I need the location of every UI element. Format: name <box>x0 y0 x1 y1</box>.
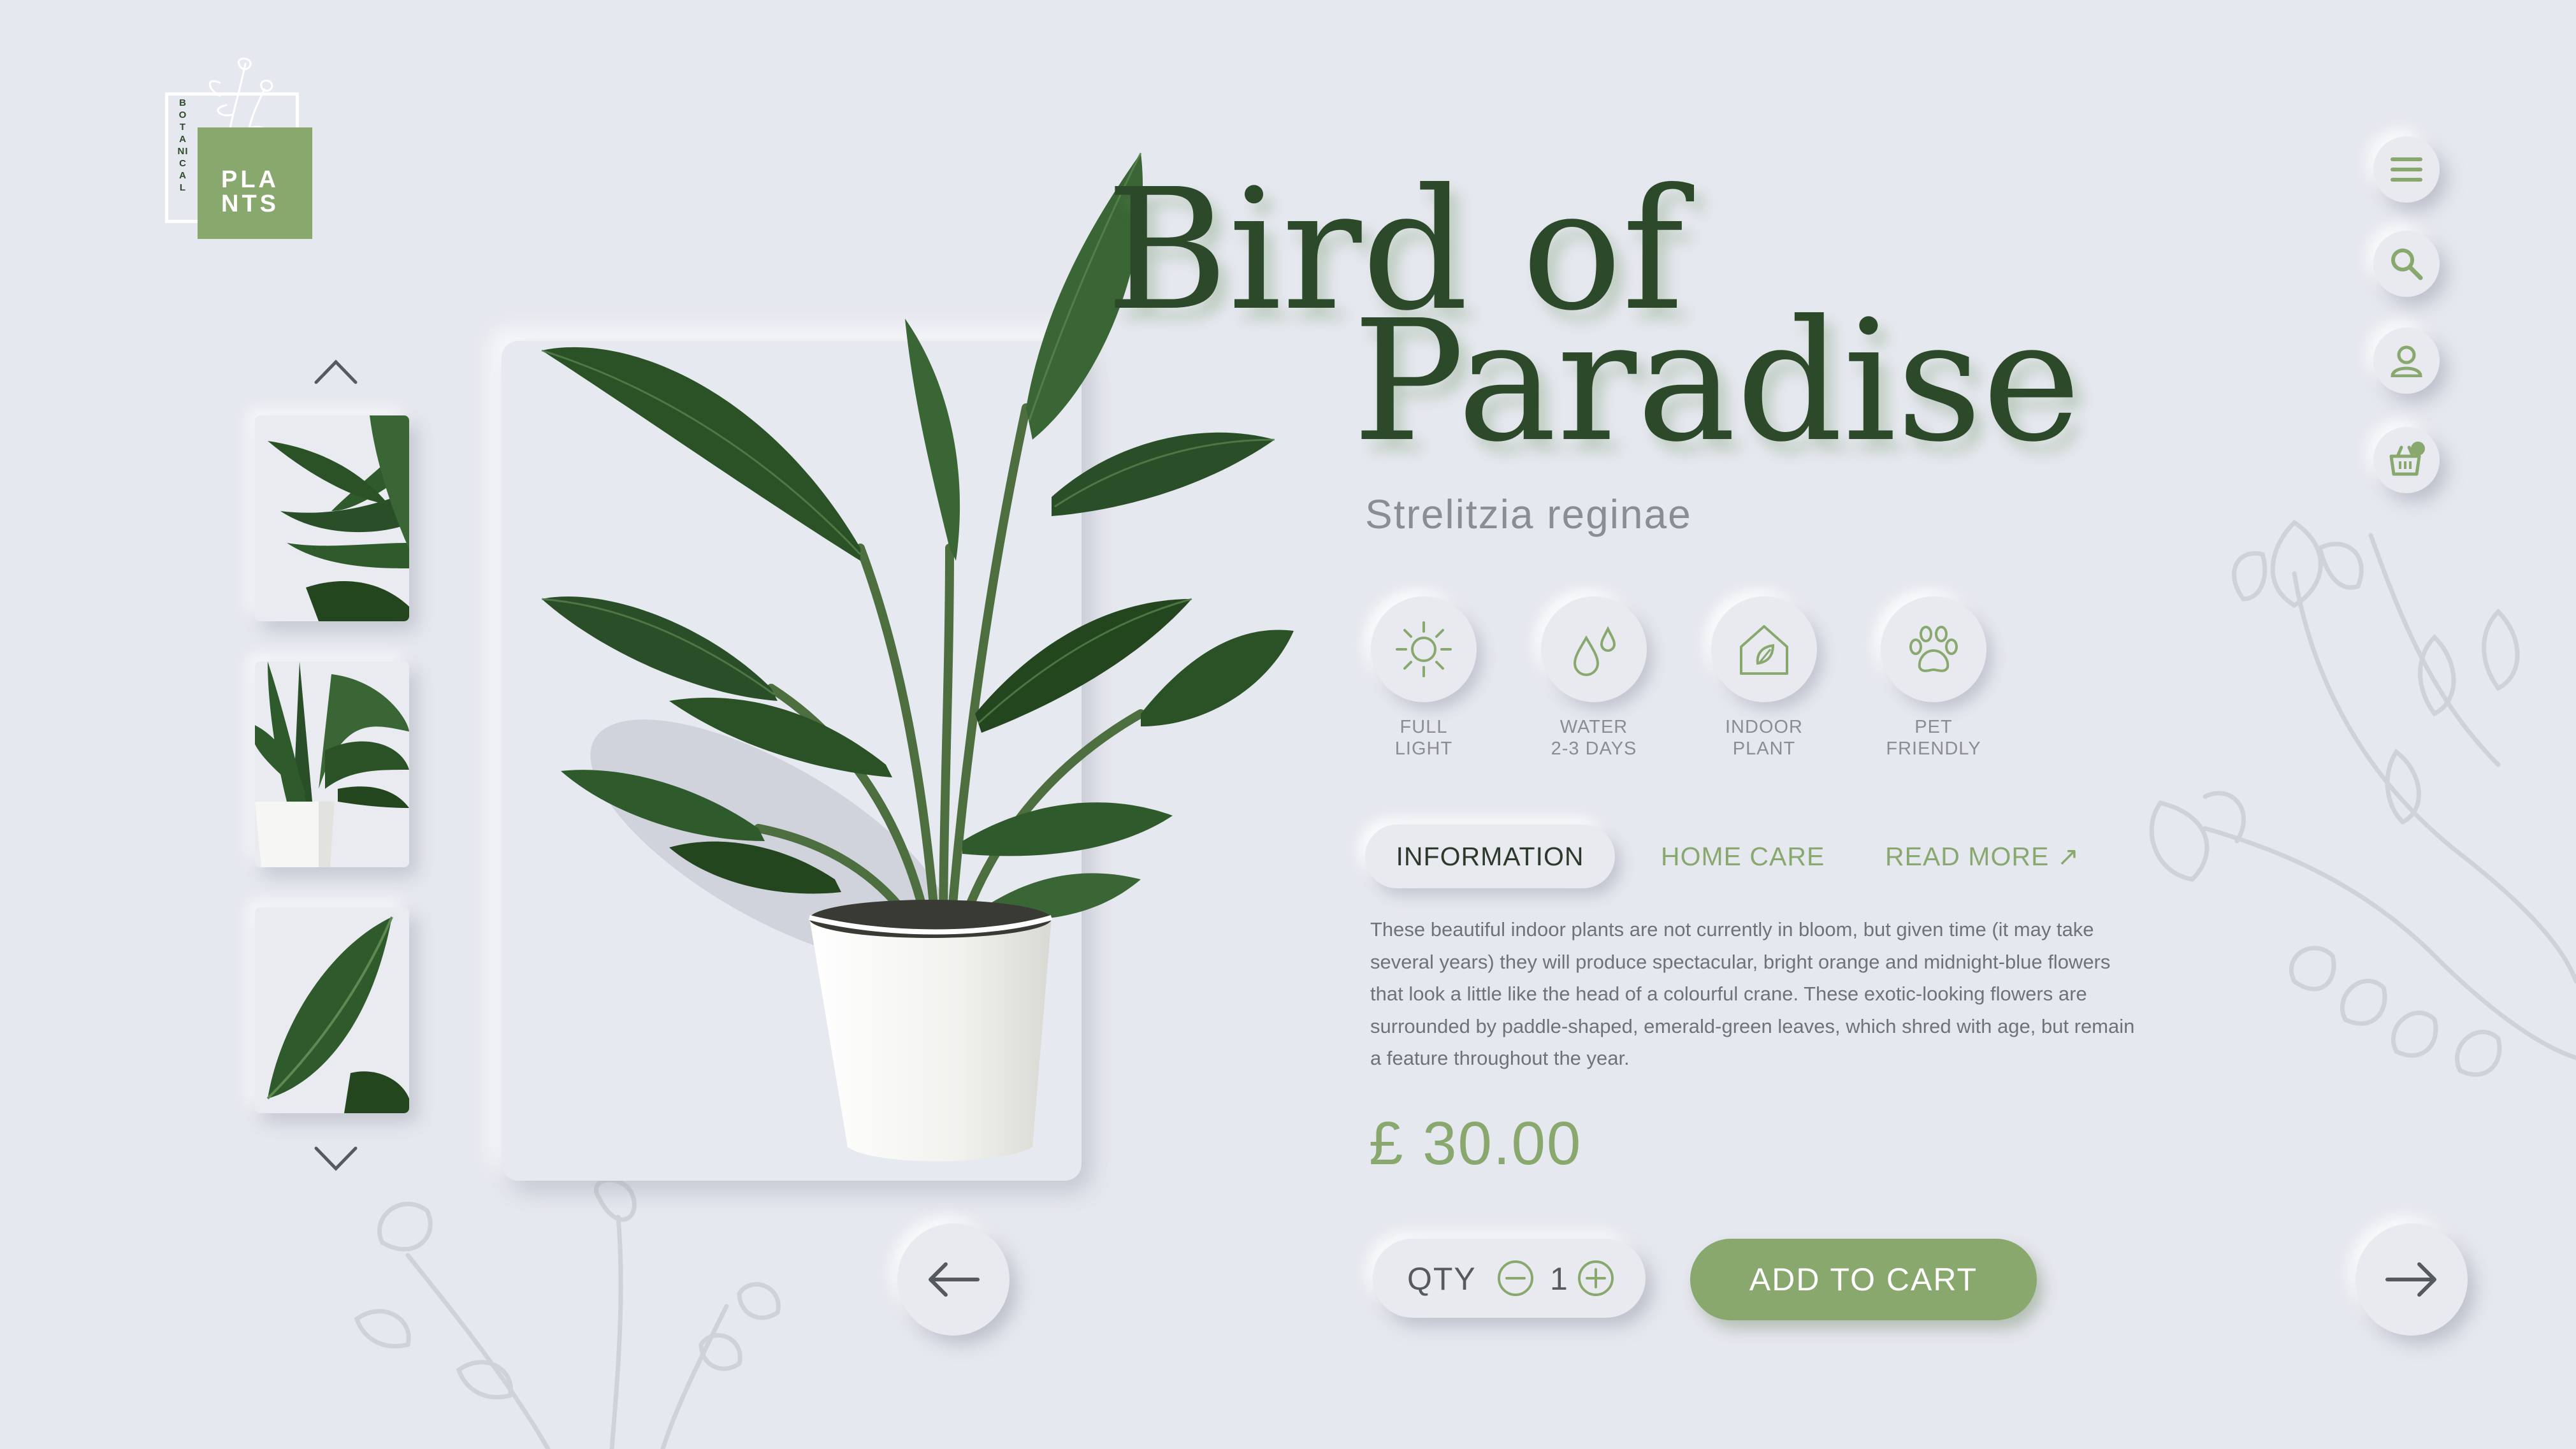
next-product-button[interactable] <box>2355 1223 2468 1336</box>
feature-label-line2: LIGHT <box>1394 739 1453 759</box>
thumbnail-1[interactable] <box>255 415 409 621</box>
thumbnail-3[interactable] <box>255 907 409 1113</box>
menu-icon <box>2391 157 2422 182</box>
feature-label-line1: PET <box>1914 717 1953 737</box>
cart-badge-dot <box>2411 442 2425 456</box>
single-leaf-image <box>266 916 409 1113</box>
logo-word-line2: NTS <box>221 191 279 217</box>
thumbnail-down-arrow-icon[interactable] <box>312 1144 359 1174</box>
feature-label-line1: FULL <box>1400 717 1448 737</box>
cart-button[interactable] <box>2373 427 2440 493</box>
logo-word-line1: PLA <box>221 166 279 193</box>
user-icon <box>2391 345 2422 377</box>
scientific-name: Strelitzia reginae <box>1365 491 1692 537</box>
water-drops-icon <box>1573 626 1616 676</box>
product-description: These beautiful indoor plants are not cu… <box>1370 918 2135 1069</box>
sun-icon <box>1396 621 1452 677</box>
add-to-cart-button[interactable]: ADD TO CART <box>1690 1239 2037 1320</box>
decorative-flowers-bottom <box>354 1179 781 1449</box>
thumbnail-2[interactable] <box>255 661 409 867</box>
account-button[interactable] <box>2373 328 2440 394</box>
feature-label-line1: INDOOR <box>1725 717 1803 737</box>
feature-water: WATER 2-3 DAYS <box>1498 596 1690 760</box>
quantity-decrease-icon[interactable] <box>1496 1259 1535 1297</box>
feature-label-line2: 2-3 DAYS <box>1551 739 1637 759</box>
feature-indoor: INDOOR PLANT <box>1668 596 1860 760</box>
quantity-stepper: QTY 1 <box>1373 1239 1646 1318</box>
logo-vertical-text: BOTANICAL <box>177 97 189 193</box>
product-title-line2: Paradise <box>1352 284 2081 479</box>
quantity-value[interactable]: 1 <box>1550 1260 1568 1297</box>
tab-read-more[interactable]: READ MORE ↗ <box>1885 825 2080 888</box>
house-leaf-icon <box>1740 625 1788 675</box>
product-price: £ 30.00 <box>1369 1109 1582 1178</box>
feature-icon-circle <box>1711 596 1817 702</box>
plant-in-pot-image <box>255 661 409 867</box>
tab-information[interactable]: INFORMATION <box>1365 825 1615 888</box>
logo-word: PLA NTS <box>221 168 279 216</box>
feature-label-line1: WATER <box>1559 717 1628 737</box>
decorative-flowers-right <box>2149 519 2576 1077</box>
feature-icon-circle <box>1541 596 1647 702</box>
previous-product-button[interactable] <box>897 1223 1009 1336</box>
feature-icon-circle <box>1881 596 1986 702</box>
paw-icon <box>1909 626 1958 672</box>
quantity-increase-icon[interactable] <box>1577 1259 1615 1297</box>
thumbnail-up-arrow-icon[interactable] <box>312 357 359 386</box>
feature-pet-friendly: PET FRIENDLY <box>1838 596 2029 760</box>
arrow-right-icon <box>2385 1262 2436 1297</box>
basket-icon <box>2389 442 2425 476</box>
search-button[interactable] <box>2373 231 2440 297</box>
tab-home-care[interactable]: HOME CARE <box>1661 825 1825 888</box>
feature-label-line2: FRIENDLY <box>1886 739 1981 759</box>
quantity-label: QTY <box>1407 1261 1477 1297</box>
search-icon <box>2391 249 2423 280</box>
menu-button[interactable] <box>2373 136 2440 203</box>
arrow-left-icon <box>929 1262 980 1297</box>
leaf-closeup-image <box>268 415 409 621</box>
brand-logo[interactable]: BOTANICAL PLA NTS <box>163 57 315 242</box>
feature-full-light: FULL LIGHT <box>1328 596 1519 760</box>
feature-label-line2: PLANT <box>1732 739 1796 759</box>
feature-icon-circle <box>1371 596 1477 702</box>
